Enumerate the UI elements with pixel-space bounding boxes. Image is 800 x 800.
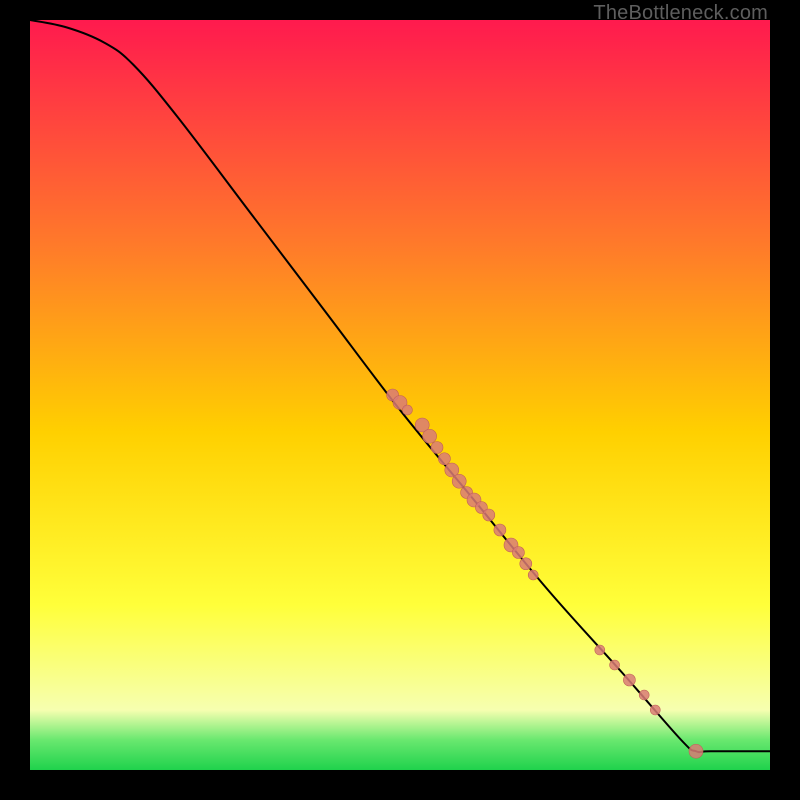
data-point <box>512 547 524 559</box>
plot-area <box>30 20 770 770</box>
data-point <box>650 705 660 715</box>
data-points <box>387 389 703 758</box>
data-point <box>610 660 620 670</box>
data-point <box>438 453 450 465</box>
data-point <box>494 524 506 536</box>
chart-stage: TheBottleneck.com <box>0 0 800 800</box>
data-point <box>520 558 532 570</box>
bottleneck-curve <box>30 20 770 752</box>
data-point <box>483 509 495 521</box>
data-point <box>431 442 443 454</box>
data-point <box>452 474 466 488</box>
data-point <box>402 405 412 415</box>
data-point <box>423 429 437 443</box>
data-point <box>528 570 538 580</box>
data-point <box>689 744 703 758</box>
data-point <box>595 645 605 655</box>
curve-layer <box>30 20 770 770</box>
data-point <box>639 690 649 700</box>
data-point <box>623 674 635 686</box>
